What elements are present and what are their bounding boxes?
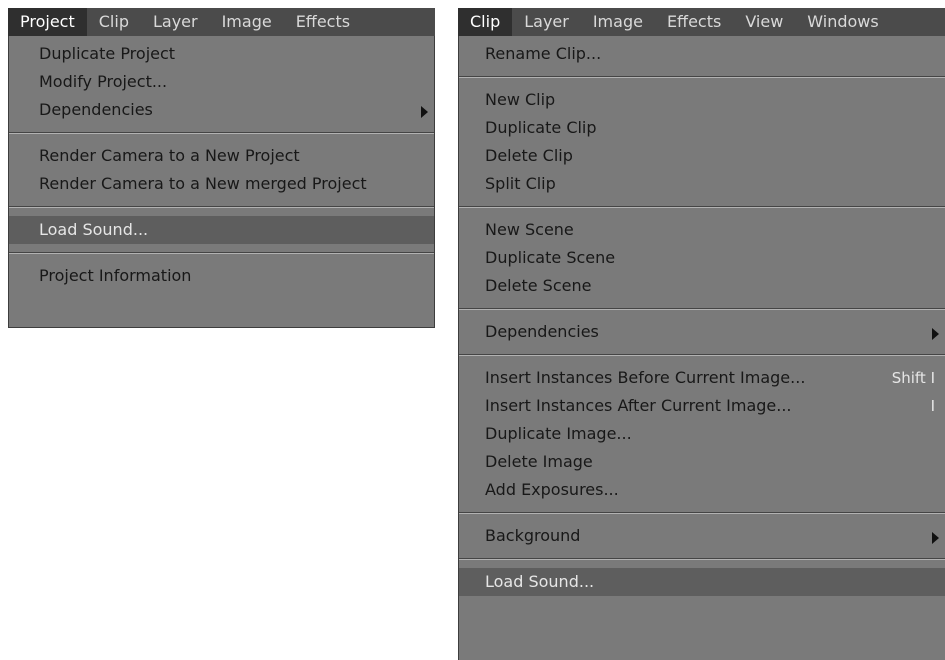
menu-separator xyxy=(459,76,945,78)
menu-item-label: Delete Image xyxy=(485,452,593,471)
menu-item-new-scene[interactable]: New Scene xyxy=(459,216,945,244)
menu-item-label: Project Information xyxy=(39,266,192,285)
menu-item-rename-clip[interactable]: Rename Clip... xyxy=(459,40,945,68)
submenu-arrow-icon xyxy=(421,106,428,118)
menu-item-render-camera-to-a-new-project[interactable]: Render Camera to a New Project xyxy=(9,142,434,170)
menu-separator xyxy=(9,206,434,208)
menu-item-label: Duplicate Scene xyxy=(485,248,616,267)
menu-item-duplicate-image[interactable]: Duplicate Image... xyxy=(459,420,945,448)
menu-separator xyxy=(459,354,945,356)
menu-item-load-sound[interactable]: Load Sound... xyxy=(9,216,434,244)
menu-separator xyxy=(459,512,945,514)
menu-item-split-clip[interactable]: Split Clip xyxy=(459,170,945,198)
menu-separator xyxy=(9,132,434,134)
menu-item-background[interactable]: Background xyxy=(459,522,945,550)
menu-item-delete-clip[interactable]: Delete Clip xyxy=(459,142,945,170)
clip-menu: Rename Clip... New Clip Duplicate Clip Dele… xyxy=(458,36,945,660)
menu-item-dependencies[interactable]: Dependencies xyxy=(9,96,434,124)
menu-item-label: Render Camera to a New merged Project xyxy=(39,174,367,193)
menu-item-label: Dependencies xyxy=(485,322,599,341)
menubar-item-view[interactable]: View xyxy=(733,8,795,36)
menu-item-label: Modify Project... xyxy=(39,72,168,91)
menu-item-load-sound[interactable]: Load Sound... xyxy=(459,568,945,596)
menubar-item-clip[interactable]: Clip xyxy=(458,8,513,36)
menu-item-label: Insert Instances Before Current Image... xyxy=(485,368,806,387)
menu-item-project-information[interactable]: Project Information xyxy=(9,262,434,290)
menu-item-label: Dependencies xyxy=(39,100,153,119)
menu-item-label: New Scene xyxy=(485,220,574,239)
menu-item-label: Delete Clip xyxy=(485,146,573,165)
menu-item-new-clip[interactable]: New Clip xyxy=(459,86,945,114)
menubar-item-project[interactable]: Project xyxy=(8,8,87,36)
menu-item-insert-instances-after-current-image[interactable]: Insert Instances After Current Image... I xyxy=(459,392,945,420)
shortcut-label: I xyxy=(930,397,935,415)
menu-separator xyxy=(459,206,945,208)
menubar-item-effects[interactable]: Effects xyxy=(655,8,733,36)
menu-separator xyxy=(459,558,945,560)
menu-item-dependencies[interactable]: Dependencies xyxy=(459,318,945,346)
menu-item-delete-image[interactable]: Delete Image xyxy=(459,448,945,476)
menu-item-label: Background xyxy=(485,526,581,545)
menu-item-label: Duplicate Clip xyxy=(485,118,597,137)
menu-separator xyxy=(459,308,945,310)
menu-item-label: Load Sound... xyxy=(39,220,149,239)
menubar-item-image[interactable]: Image xyxy=(210,8,284,36)
menubar-item-clip[interactable]: Clip xyxy=(87,8,141,36)
menubar-item-image[interactable]: Image xyxy=(581,8,655,36)
menu-item-duplicate-project[interactable]: Duplicate Project xyxy=(9,40,434,68)
submenu-arrow-icon xyxy=(932,532,939,544)
menubar-item-windows[interactable]: Windows xyxy=(795,8,890,36)
menu-item-render-camera-to-a-new-merged-project[interactable]: Render Camera to a New merged Project xyxy=(9,170,434,198)
menu-item-label: Insert Instances After Current Image... xyxy=(485,396,792,415)
menubar-item-effects[interactable]: Effects xyxy=(284,8,362,36)
menubar-item-layer[interactable]: Layer xyxy=(512,8,581,36)
menu-item-delete-scene[interactable]: Delete Scene xyxy=(459,272,945,300)
menu-item-label: Duplicate Image... xyxy=(485,424,632,443)
menu-separator xyxy=(9,252,434,254)
menu-item-label: Render Camera to a New Project xyxy=(39,146,300,165)
menu-item-label: New Clip xyxy=(485,90,556,109)
menubar-item-layer[interactable]: Layer xyxy=(141,8,210,36)
menu-item-label: Add Exposures... xyxy=(485,480,619,499)
shortcut-label: Shift I xyxy=(891,369,935,387)
menu-item-add-exposures[interactable]: Add Exposures... xyxy=(459,476,945,504)
menu-item-insert-instances-before-current-image[interactable]: Insert Instances Before Current Image...… xyxy=(459,364,945,392)
menu-item-duplicate-scene[interactable]: Duplicate Scene xyxy=(459,244,945,272)
project-menu: Duplicate Project Modify Project... Depend… xyxy=(8,36,435,328)
menu-item-label: Load Sound... xyxy=(485,572,595,591)
submenu-arrow-icon xyxy=(932,328,939,340)
menu-item-label: Split Clip xyxy=(485,174,556,193)
menu-item-modify-project[interactable]: Modify Project... xyxy=(9,68,434,96)
menu-item-label: Duplicate Project xyxy=(39,44,176,63)
menubar-left: Project Clip Layer Image Effects xyxy=(8,8,435,36)
menu-item-label: Delete Scene xyxy=(485,276,592,295)
menu-item-duplicate-clip[interactable]: Duplicate Clip xyxy=(459,114,945,142)
menubar-right: Clip Layer Image Effects View Windows xyxy=(458,8,945,36)
menu-item-label: Rename Clip... xyxy=(485,44,602,63)
